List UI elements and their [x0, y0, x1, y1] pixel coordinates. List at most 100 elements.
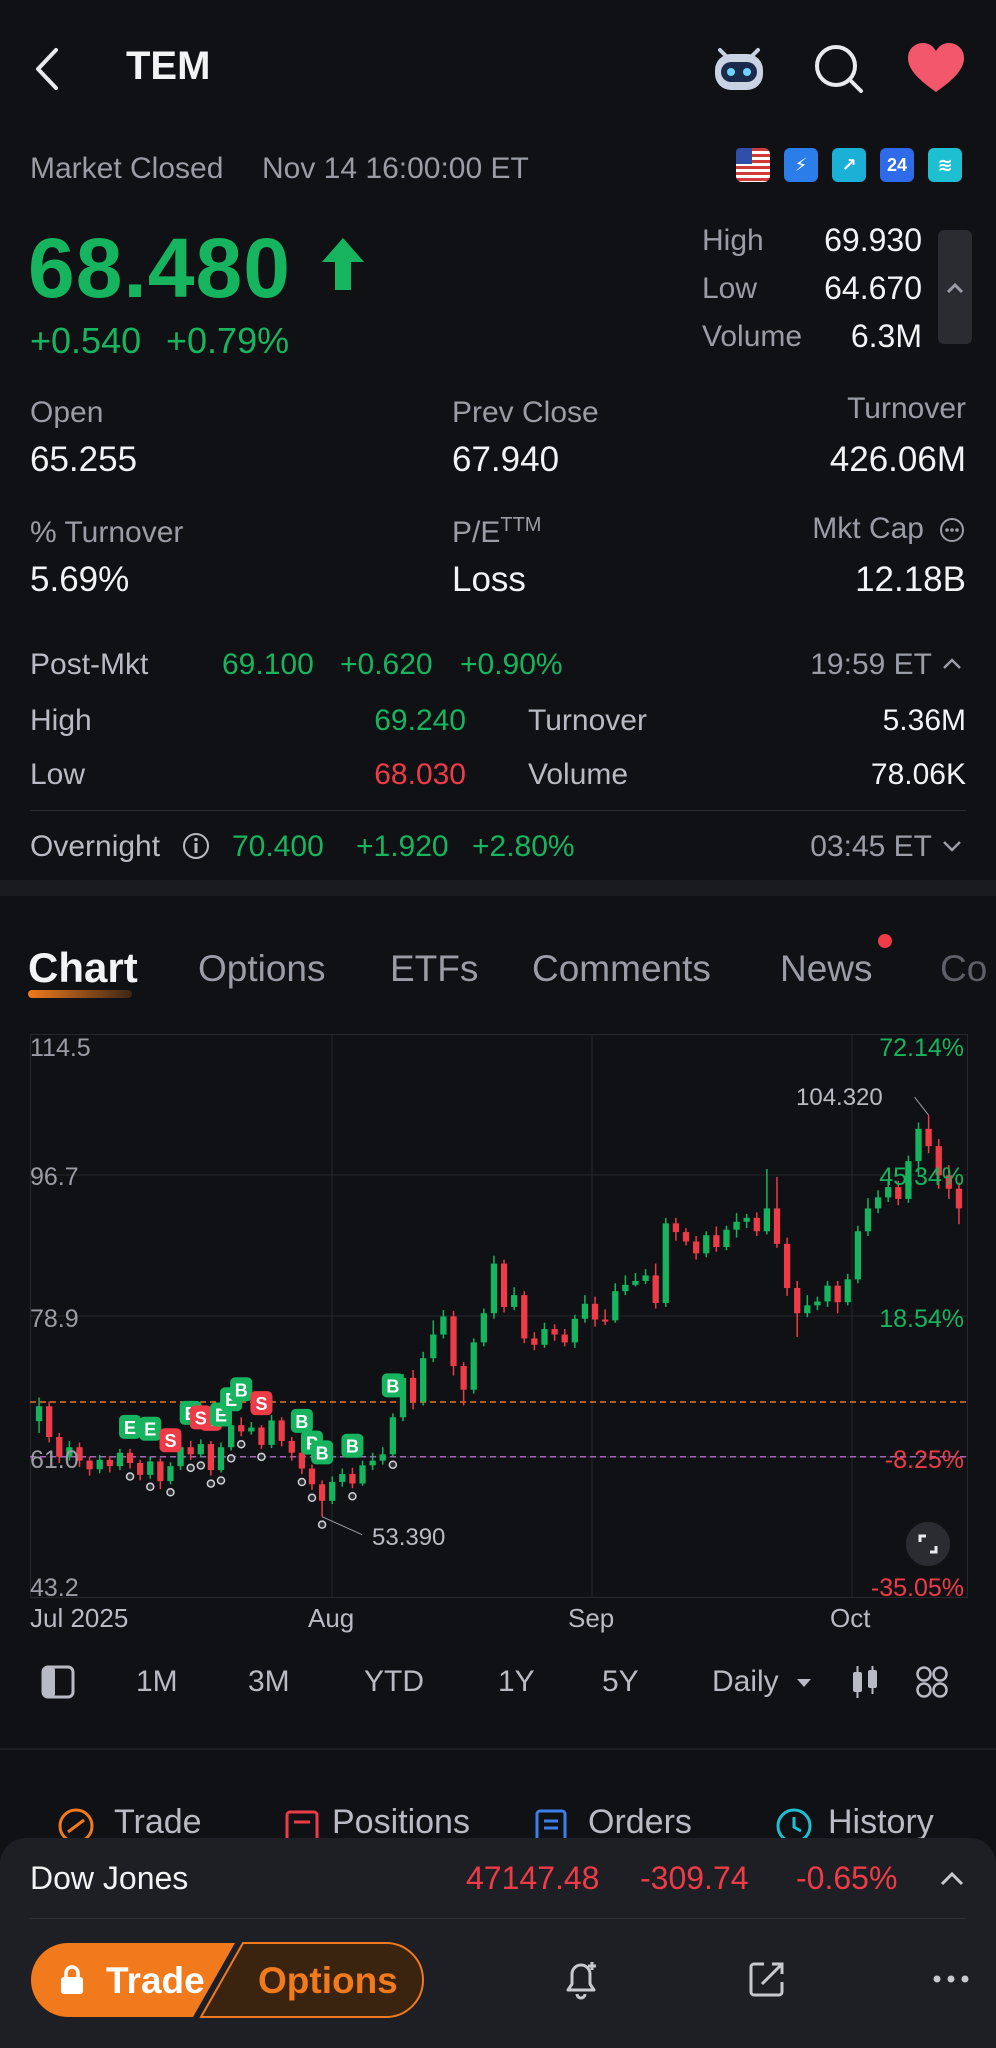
candle: [450, 1316, 457, 1367]
fullscreen-icon[interactable]: [906, 1522, 950, 1566]
bottom-tab-positions[interactable]: Positions: [332, 1803, 470, 1842]
candle: [864, 1208, 872, 1232]
back-icon[interactable]: [28, 44, 68, 94]
candle: [511, 1295, 518, 1307]
share-icon[interactable]: [744, 1956, 790, 2002]
trade-dot: [297, 1477, 307, 1487]
interval-select[interactable]: Daily: [712, 1665, 779, 1699]
candle: [349, 1474, 356, 1484]
more-info-icon[interactable]: [938, 516, 966, 544]
candle: [763, 1208, 771, 1232]
range-1y[interactable]: 1Y: [498, 1665, 535, 1699]
candle: [278, 1420, 285, 1441]
collapse-quote-button[interactable]: [938, 230, 972, 344]
panel-toggle-icon[interactable]: [40, 1664, 76, 1700]
trade-dot: [257, 1452, 266, 1462]
bottom-tab-trade[interactable]: Trade: [114, 1803, 202, 1842]
trade-marker-label: S: [255, 1394, 267, 1414]
candle: [551, 1329, 558, 1335]
tab-etfs[interactable]: ETFs: [390, 948, 478, 990]
tab-news[interactable]: News: [780, 948, 873, 990]
tab-chart[interactable]: Chart: [28, 944, 138, 992]
index-ticker-bar[interactable]: Dow Jones 47147.48 -309.74 -0.65% Trade …: [0, 1838, 996, 2048]
bottom-tab-history[interactable]: History: [828, 1803, 934, 1842]
info-icon[interactable]: [182, 832, 210, 860]
trade-marker-label: S: [164, 1431, 176, 1451]
range-5y[interactable]: 5Y: [602, 1665, 639, 1699]
price-alert-bell-icon[interactable]: [558, 1956, 604, 2002]
chevron-down-icon[interactable]: [940, 836, 964, 856]
more-menu-icon[interactable]: [930, 1964, 974, 1994]
trade-dot: [348, 1491, 357, 1501]
trade-dot: [166, 1488, 175, 1497]
dropdown-caret-icon[interactable]: [796, 1676, 812, 1688]
robot-assistant-icon[interactable]: [708, 40, 770, 96]
pct-turnover-label: % Turnover: [30, 516, 184, 549]
candle: [733, 1221, 740, 1230]
tab-options[interactable]: Options: [198, 948, 326, 990]
trade-dot: [196, 1461, 206, 1470]
index-value: 47147.48: [466, 1860, 600, 1896]
bottom-tab-orders[interactable]: Orders: [588, 1803, 692, 1842]
y-tick-right: 72.14%: [879, 1034, 964, 1062]
ticker-title: TEM: [126, 44, 211, 88]
y-tick-right: -35.05%: [870, 1574, 964, 1602]
pe-label-text: P/E: [452, 516, 501, 549]
trade-marker-label: E: [144, 1420, 156, 1440]
search-icon[interactable]: [812, 42, 866, 96]
trade-dot: [186, 1463, 195, 1473]
favorite-heart-icon[interactable]: [906, 42, 966, 96]
candle: [591, 1303, 599, 1320]
candle: [672, 1223, 680, 1233]
candle: [46, 1406, 53, 1437]
pe-label: P/ETTM: [452, 514, 541, 550]
overnight-label: Overnight: [30, 830, 161, 863]
y-tick-right: 45.34%: [879, 1163, 964, 1191]
trade-options-button-group[interactable]: Trade Options: [30, 1942, 424, 2018]
news-unread-dot: [878, 934, 892, 948]
candle: [409, 1377, 417, 1402]
turnover-value: 426.06M: [829, 440, 966, 479]
candle: [925, 1128, 932, 1147]
candle: [470, 1342, 477, 1390]
x-tick: Sep: [568, 1603, 615, 1633]
candle: [814, 1301, 821, 1306]
range-ytd[interactable]: YTD: [364, 1665, 424, 1699]
candle-style-icon[interactable]: [848, 1664, 882, 1700]
index-name: Dow Jones: [30, 1860, 189, 1896]
divider: [30, 810, 966, 811]
candle: [227, 1425, 235, 1448]
range-1m[interactable]: 1M: [136, 1665, 178, 1699]
price-chart[interactable]: SESESEEBSBPBBBE: [30, 1034, 968, 1598]
candle: [137, 1463, 144, 1475]
candle: [682, 1232, 690, 1242]
post-high-label: High: [30, 704, 92, 737]
volume-label: Volume: [702, 320, 803, 353]
candle: [379, 1454, 386, 1461]
pe-value: Loss: [452, 560, 526, 599]
chevron-up-icon[interactable]: [938, 1868, 966, 1890]
x-tick: Aug: [308, 1603, 355, 1633]
index-change: -309.74: [640, 1860, 749, 1896]
post-turnover-value: 5.36M: [882, 704, 966, 737]
grid-layout-icon[interactable]: [914, 1664, 950, 1700]
section-separator: [0, 1748, 996, 1750]
candle: [339, 1474, 346, 1482]
chevron-up-icon[interactable]: [940, 654, 964, 674]
section-separator: [0, 880, 996, 896]
tab-comments[interactable]: Comments: [532, 948, 711, 990]
lock-icon: [58, 1964, 86, 1996]
options-button[interactable]: Options: [258, 1960, 398, 2002]
trade-button[interactable]: Trade: [106, 1960, 205, 2002]
trade-marker-label: B: [346, 1437, 359, 1457]
candle: [460, 1366, 467, 1390]
tab-more-truncated[interactable]: Co: [940, 948, 987, 990]
candle: [207, 1444, 215, 1471]
candlestick-chart-svg[interactable]: SESESEEBSBPBBBE: [30, 1034, 968, 1598]
candle: [480, 1313, 487, 1343]
candle: [723, 1229, 730, 1248]
price-change: +0.540: [30, 320, 142, 361]
candle: [420, 1358, 427, 1402]
candle: [490, 1263, 498, 1314]
range-3m[interactable]: 3M: [248, 1665, 290, 1699]
